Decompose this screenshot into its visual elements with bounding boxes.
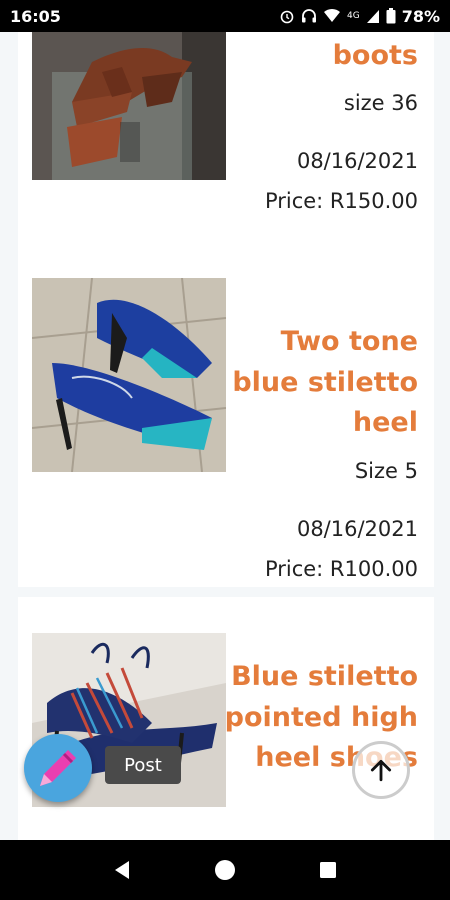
brown-boots-photo	[32, 32, 226, 180]
listing-price: Price: R100.00	[264, 556, 418, 581]
listing-size: size 36	[343, 91, 418, 115]
listing-date: 08/16/2021	[296, 149, 418, 173]
alarm-icon	[280, 10, 294, 24]
status-icons: 4G 78%	[279, 7, 440, 26]
signal-label: 4G	[347, 11, 360, 21]
headphones-icon	[302, 9, 316, 23]
listing-size: Size 5	[354, 458, 418, 483]
listing-title[interactable]: Two tone blue stiletto heel	[218, 322, 418, 444]
listing-info: Two tone blue stiletto heel Size 5 08/16…	[218, 322, 418, 584]
home-button[interactable]	[205, 850, 245, 890]
listing-info: boots size 36 08/16/2021 Price: R150.00	[218, 36, 418, 216]
pencil-icon	[40, 750, 76, 786]
battery-level: 78%	[401, 6, 440, 26]
scroll-to-top-button[interactable]	[352, 741, 410, 799]
listing-title[interactable]: boots	[218, 36, 418, 76]
status-time: 16:05	[10, 6, 61, 26]
recents-button[interactable]	[308, 850, 348, 890]
recents-icon	[320, 862, 337, 878]
signal-icon	[366, 10, 379, 23]
listing-card[interactable]: Blue stiletto pointed high heel shoes	[18, 597, 434, 840]
post-tooltip: Post	[105, 746, 181, 784]
system-nav-bar	[0, 840, 450, 900]
battery-icon	[386, 8, 396, 24]
listing-card[interactable]: Two tone blue stiletto heel Size 5 08/16…	[18, 262, 434, 587]
listing-photo[interactable]	[32, 278, 226, 472]
listing-date: 08/16/2021	[296, 516, 418, 541]
status-bar: 16:05 4G 78%	[0, 0, 450, 32]
arrow-up-icon	[370, 759, 392, 782]
home-icon	[214, 860, 235, 880]
new-post-button[interactable]	[24, 734, 92, 802]
listing-price: Price: R150.00	[264, 189, 418, 213]
listing-feed[interactable]: boots size 36 08/16/2021 Price: R150.00	[0, 32, 450, 840]
back-icon	[114, 861, 129, 879]
back-button[interactable]	[102, 850, 142, 890]
listing-photo[interactable]	[32, 32, 226, 180]
wifi-icon	[324, 8, 340, 22]
listing-card[interactable]: boots size 36 08/16/2021 Price: R150.00	[18, 32, 434, 287]
blue-teal-heels-photo	[32, 278, 226, 472]
